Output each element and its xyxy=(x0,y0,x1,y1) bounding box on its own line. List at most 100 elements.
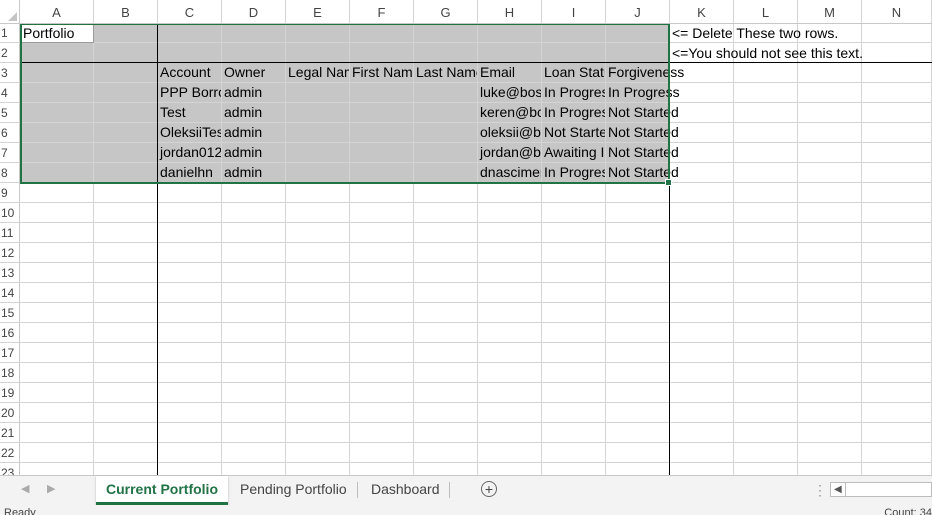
cell-a23[interactable] xyxy=(20,463,94,475)
cell-n11[interactable] xyxy=(862,223,932,243)
cell-n2[interactable] xyxy=(862,43,932,63)
cell-b12[interactable] xyxy=(94,243,158,263)
cell-n4[interactable] xyxy=(862,83,932,103)
spreadsheet-grid[interactable]: A B C D E F G H I J K L M N 1 Portfolio 2 3 Account Owner Le… xyxy=(0,0,932,475)
cell-n20[interactable] xyxy=(862,403,932,423)
column-header-m[interactable]: M xyxy=(798,0,862,23)
cell-n21[interactable] xyxy=(862,423,932,443)
cell-k16[interactable] xyxy=(670,323,734,343)
cell-d5[interactable]: admin xyxy=(222,103,286,123)
cell-l7[interactable] xyxy=(734,143,798,163)
cell-k20[interactable] xyxy=(670,403,734,423)
cell-c20[interactable] xyxy=(158,403,222,423)
cell-l17[interactable] xyxy=(734,343,798,363)
cell-e12[interactable] xyxy=(286,243,350,263)
cell-d4[interactable]: admin xyxy=(222,83,286,103)
cell-j14[interactable] xyxy=(606,283,670,303)
cell-d12[interactable] xyxy=(222,243,286,263)
cell-k23[interactable] xyxy=(670,463,734,475)
cell-f11[interactable] xyxy=(350,223,414,243)
cell-e20[interactable] xyxy=(286,403,350,423)
tab-pending-portfolio[interactable]: Pending Portfolio xyxy=(230,476,357,502)
cell-n23[interactable] xyxy=(862,463,932,475)
cell-e13[interactable] xyxy=(286,263,350,283)
cell-f9[interactable] xyxy=(350,183,414,203)
cell-d16[interactable] xyxy=(222,323,286,343)
cell-b19[interactable] xyxy=(94,383,158,403)
cell-a19[interactable] xyxy=(20,383,94,403)
cell-k5[interactable] xyxy=(670,103,734,123)
cell-j9[interactable] xyxy=(606,183,670,203)
row-header-17[interactable]: 17 xyxy=(0,343,20,363)
cell-m7[interactable] xyxy=(798,143,862,163)
row-header-12[interactable]: 12 xyxy=(0,243,20,263)
cell-j7[interactable]: Not Started xyxy=(606,143,679,163)
tab-splitter-handle[interactable]: ⋮ xyxy=(813,482,827,499)
cell-a17[interactable] xyxy=(20,343,94,363)
cell-b21[interactable] xyxy=(94,423,158,443)
cell-b2[interactable] xyxy=(94,43,158,63)
cell-a15[interactable] xyxy=(20,303,94,323)
cell-e22[interactable] xyxy=(286,443,350,463)
scroll-tabs-left-icon[interactable]: ◀ xyxy=(21,482,29,495)
cell-i1[interactable] xyxy=(542,23,606,43)
cell-c12[interactable] xyxy=(158,243,222,263)
cell-e17[interactable] xyxy=(286,343,350,363)
cell-h12[interactable] xyxy=(478,243,542,263)
cell-i15[interactable] xyxy=(542,303,606,323)
cell-l14[interactable] xyxy=(734,283,798,303)
cell-k11[interactable] xyxy=(670,223,734,243)
cell-i8[interactable]: In Progres xyxy=(542,163,606,183)
cell-h5[interactable]: keren@bc xyxy=(478,103,542,123)
cell-e14[interactable] xyxy=(286,283,350,303)
cell-k12[interactable] xyxy=(670,243,734,263)
cell-f12[interactable] xyxy=(350,243,414,263)
column-header-h[interactable]: H xyxy=(478,0,542,23)
cell-j8[interactable]: Not Started xyxy=(606,163,679,183)
cell-i12[interactable] xyxy=(542,243,606,263)
cell-m23[interactable] xyxy=(798,463,862,475)
column-header-d[interactable]: D xyxy=(222,0,286,23)
cell-d6[interactable]: admin xyxy=(222,123,286,143)
cell-c22[interactable] xyxy=(158,443,222,463)
cell-c15[interactable] xyxy=(158,303,222,323)
cell-j11[interactable] xyxy=(606,223,670,243)
column-header-b[interactable]: B xyxy=(94,0,158,23)
cell-f8[interactable] xyxy=(350,163,414,183)
column-header-e[interactable]: E xyxy=(286,0,350,23)
cell-c4[interactable]: PPP Borro xyxy=(158,83,222,103)
cell-d13[interactable] xyxy=(222,263,286,283)
cell-n3[interactable] xyxy=(862,63,932,83)
cell-h8[interactable]: dnascimer xyxy=(478,163,542,183)
cell-l10[interactable] xyxy=(734,203,798,223)
cell-c13[interactable] xyxy=(158,263,222,283)
cell-f15[interactable] xyxy=(350,303,414,323)
cell-h22[interactable] xyxy=(478,443,542,463)
cell-d19[interactable] xyxy=(222,383,286,403)
cell-k21[interactable] xyxy=(670,423,734,443)
cell-k14[interactable] xyxy=(670,283,734,303)
cell-d21[interactable] xyxy=(222,423,286,443)
row-header-19[interactable]: 19 xyxy=(0,383,20,403)
cell-j15[interactable] xyxy=(606,303,670,323)
row-header-6[interactable]: 6 xyxy=(0,123,20,143)
cell-c16[interactable] xyxy=(158,323,222,343)
cell-e19[interactable] xyxy=(286,383,350,403)
cell-l18[interactable] xyxy=(734,363,798,383)
cell-m22[interactable] xyxy=(798,443,862,463)
cell-n9[interactable] xyxy=(862,183,932,203)
cell-b18[interactable] xyxy=(94,363,158,383)
cell-k10[interactable] xyxy=(670,203,734,223)
cell-l5[interactable] xyxy=(734,103,798,123)
row-header-8[interactable]: 8 xyxy=(0,163,20,183)
cell-g19[interactable] xyxy=(414,383,478,403)
cell-i5[interactable]: In Progres xyxy=(542,103,606,123)
cell-c5[interactable]: Test xyxy=(158,103,222,123)
cell-d9[interactable] xyxy=(222,183,286,203)
cell-i13[interactable] xyxy=(542,263,606,283)
cell-f16[interactable] xyxy=(350,323,414,343)
cell-l3[interactable] xyxy=(734,63,798,83)
cell-m8[interactable] xyxy=(798,163,862,183)
cell-c2[interactable] xyxy=(158,43,222,63)
cell-k19[interactable] xyxy=(670,383,734,403)
